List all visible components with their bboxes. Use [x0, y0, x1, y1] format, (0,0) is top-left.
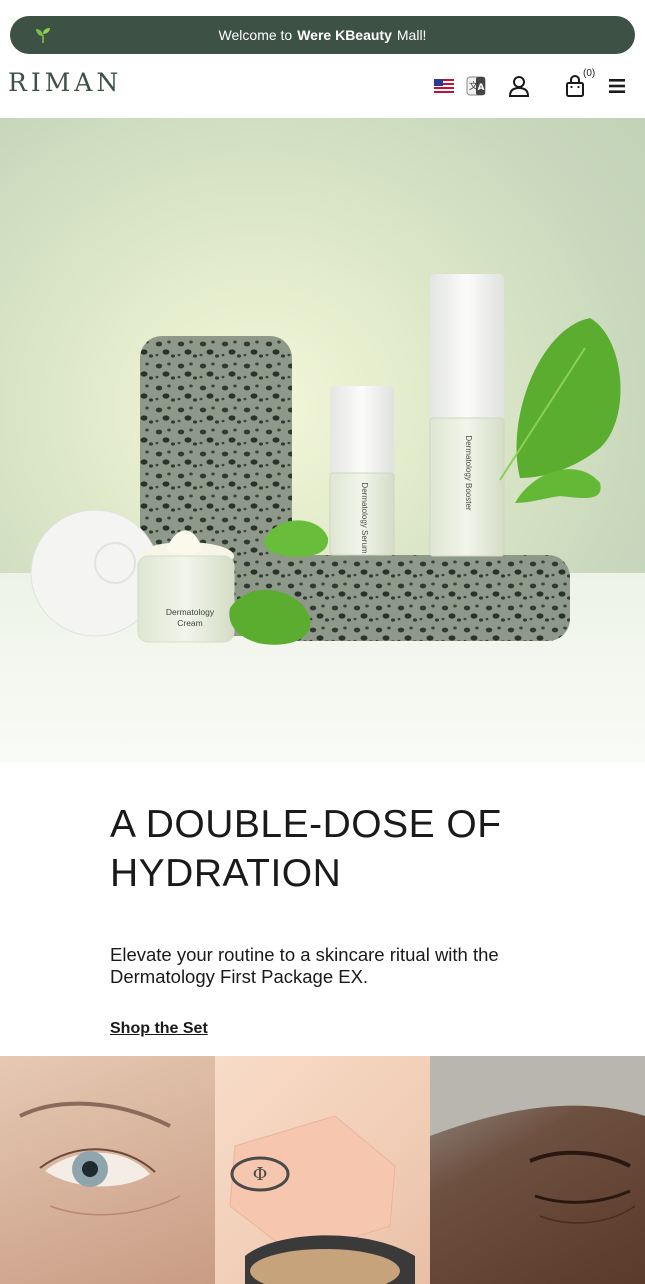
dermatology-serum-bottle: Dermatology Serum: [329, 386, 395, 556]
welcome-banner: Welcome to Were KBeauty Mall!: [10, 16, 635, 54]
promo-headline: A DOUBLE-DOSE OF HYDRATION: [110, 803, 502, 895]
eye-skin-tile[interactable]: [0, 1056, 215, 1284]
welcome-message: Welcome to Were KBeauty Mall!: [219, 27, 427, 43]
svg-text:A: A: [478, 83, 485, 93]
cart-count-badge[interactable]: (0): [583, 68, 595, 79]
welcome-suffix: Mall!: [396, 27, 427, 43]
sprout-icon: [36, 28, 50, 43]
hero-product-image[interactable]: Dermatology Serum Dermatology Booster De…: [0, 118, 645, 763]
site-header: RIMAN 文 A (0): [0, 54, 645, 118]
promo-subtext: Elevate your routine to a skincare ritua…: [110, 944, 499, 987]
user-account-icon[interactable]: [507, 74, 531, 98]
serum-label: Dermatology Serum: [360, 482, 369, 553]
welcome-prefix: Welcome to: [218, 27, 293, 43]
mature-skin-tile[interactable]: [430, 1056, 645, 1284]
cushion-compact-tile[interactable]: Φ: [215, 1056, 430, 1284]
booster-label: Dermatology Booster: [464, 435, 473, 510]
category-image-tiles: Φ: [0, 1056, 645, 1284]
svg-text:Φ: Φ: [253, 1164, 268, 1185]
riman-logo[interactable]: RIMAN: [8, 68, 122, 97]
cream-label-line2: Cream: [177, 618, 203, 628]
cushion-compact-icon: Φ: [229, 1115, 415, 1284]
dermatology-cream-jar: Dermatology Cream: [137, 530, 235, 643]
cream-label-line1: Dermatology: [166, 607, 215, 617]
eye-icon: [19, 1101, 181, 1216]
welcome-brand: Were KBeauty: [297, 27, 392, 43]
product-scene: Dermatology Serum Dermatology Booster De…: [30, 274, 621, 645]
hamburger-menu-icon[interactable]: [605, 74, 629, 98]
shop-the-set-link[interactable]: Shop the Set: [110, 1020, 208, 1038]
dermatology-booster-bottle: Dermatology Booster: [429, 274, 505, 557]
translate-icon[interactable]: 文 A: [464, 74, 488, 98]
us-flag-icon[interactable]: [432, 74, 456, 98]
closed-eye-icon: [430, 1056, 645, 1224]
